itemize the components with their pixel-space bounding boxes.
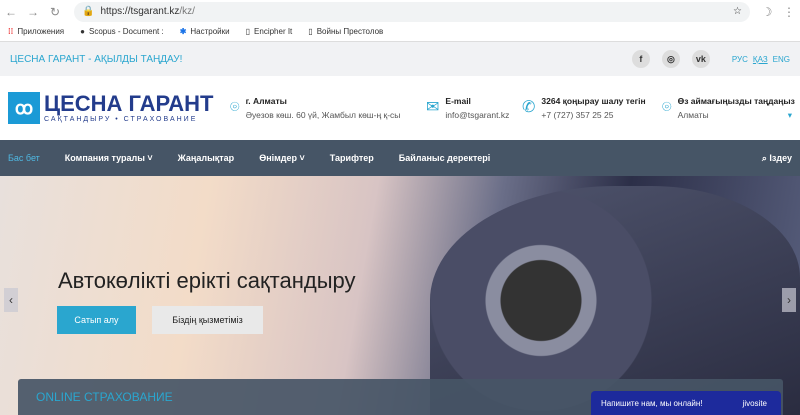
email-info: ✉ E-mail info@tsgarant.kz xyxy=(426,96,522,121)
region-select[interactable]: ⌾ Өз аймағыңызды таңдаңыз Алматы ▾ xyxy=(662,95,795,121)
mail-icon: ✉ xyxy=(426,99,440,116)
region-value: Алматы xyxy=(677,109,709,120)
nav-about[interactable]: Компания туралы ˅ xyxy=(65,153,153,163)
top-bar: ЦЕСНА ГАРАНТ - АҚЫЛДЫ ТАҢДАУ! f ◎ vk РУС… xyxy=(0,42,800,76)
address-city: г. Алматы xyxy=(245,95,287,106)
phone-icon: ✆ xyxy=(522,99,536,116)
bookmark-scopus[interactable]: ● Scopus - Document : xyxy=(80,27,164,37)
lang-en[interactable]: ENG xyxy=(773,55,790,64)
back-icon[interactable]: ← xyxy=(0,5,22,19)
phone-label: 3264 қоңырау шалу тегін xyxy=(541,95,646,106)
logo-icon: ꝏ xyxy=(8,92,40,124)
browser-chrome: ← → ↻ 🔒 https://tsgarant.kz/kz/ ☆ ☽ ⋮ ⁞⁞… xyxy=(0,0,800,42)
logo-subtitle: САҚТАНДЫРУ • СТРАХОВАНИЕ xyxy=(44,115,198,123)
hero-title: Автокөлікті ерікті сақтандыру xyxy=(58,268,356,293)
star-icon[interactable]: ☆ xyxy=(733,6,742,17)
lang-ru[interactable]: РУС xyxy=(732,55,748,64)
bookmark-apps[interactable]: ⁞⁞ Приложения xyxy=(8,27,64,37)
slogan: ЦЕСНА ГАРАНТ - АҚЫЛДЫ ТАҢДАУ! xyxy=(10,53,183,65)
chat-widget[interactable]: Напишите нам, мы онлайн! jivosite xyxy=(591,391,781,415)
reload-icon[interactable]: ↻ xyxy=(44,5,66,19)
location-pin-icon: ⌾ xyxy=(230,99,240,116)
online-title: ONLINE СТРАХОВАНИЕ xyxy=(36,390,173,404)
search-label: Іздеу xyxy=(769,152,792,163)
email-link[interactable]: info@tsgarant.kz xyxy=(445,110,509,121)
nav-home[interactable]: Бас бет xyxy=(8,153,40,163)
search-button[interactable]: ⌕ Іздеу xyxy=(762,153,792,164)
nav-products[interactable]: Өнімдер ˅ xyxy=(259,153,305,163)
bookmark-encipher[interactable]: ▯ Encipher It xyxy=(246,27,293,37)
address-info: ⌾ г. Алматы Әуезов көш. 60 үй, Жамбыл көш-… xyxy=(230,96,426,121)
url-path: /kz/ xyxy=(179,6,195,17)
logo[interactable]: ꝏ ЦЕСНА ГАРАНТ САҚТАНДЫРУ • СТРАХОВАНИЕ xyxy=(8,92,230,124)
instagram-icon[interactable]: ◎ xyxy=(661,50,680,68)
chat-text: Напишите нам, мы онлайн! xyxy=(601,398,703,408)
email-label: E-mail xyxy=(445,95,471,106)
buy-button[interactable]: Сатып алу xyxy=(57,306,136,334)
nav-tariffs[interactable]: Тарифтер xyxy=(330,153,374,163)
slider-prev-arrow[interactable]: ‹ xyxy=(4,288,18,312)
search-icon: ⌕ xyxy=(761,152,767,163)
address-street: Әуезов көш. 60 үй, Жамбыл көш-ң қ-сы xyxy=(245,109,401,120)
phone-number[interactable]: +7 (727) 357 25 25 xyxy=(541,110,645,121)
extension-icon[interactable]: ☽ xyxy=(756,5,778,19)
bookmark-got[interactable]: ▯ Войны Престолов xyxy=(308,27,383,37)
vk-icon[interactable]: vk xyxy=(691,50,710,68)
facebook-icon[interactable]: f xyxy=(631,50,650,68)
chat-brand: jivosite xyxy=(742,398,767,408)
chevron-down-icon: ▾ xyxy=(787,109,792,120)
services-button[interactable]: Біздің қызметіміз xyxy=(152,306,263,334)
hero-slider: Автокөлікті ерікті сақтандыру Сатып алу … xyxy=(0,176,800,415)
main-nav: Бас бет Компания туралы ˅ Жаңалықтар Өні… xyxy=(0,140,800,176)
nav-contacts[interactable]: Байланыс деректері xyxy=(399,153,491,163)
forward-icon[interactable]: → xyxy=(22,5,44,19)
address-bar[interactable]: 🔒 https://tsgarant.kz/kz/ ☆ xyxy=(74,1,750,22)
phone-info: ✆ 3264 қоңырау шалу тегін +7 (727) 357 25 … xyxy=(522,96,662,121)
menu-icon[interactable]: ⋮ xyxy=(778,5,800,19)
slider-next-arrow[interactable]: › xyxy=(782,288,796,312)
nav-news[interactable]: Жаңалықтар xyxy=(178,153,235,163)
bookmark-settings[interactable]: ✱ Настройки xyxy=(180,27,230,37)
location-pin-icon: ⌾ xyxy=(662,99,672,116)
url-text: https://tsgarant.kz xyxy=(100,6,180,17)
lang-kz[interactable]: ҚАЗ xyxy=(753,55,768,64)
region-label: Өз аймағыңызды таңдаңыз xyxy=(677,95,795,106)
lock-icon: 🔒 xyxy=(82,6,95,17)
site-header: ꝏ ЦЕСНА ГАРАНТ САҚТАНДЫРУ • СТРАХОВАНИЕ ⌾… xyxy=(0,76,800,140)
logo-title: ЦЕСНА ГАРАНТ xyxy=(44,90,214,116)
